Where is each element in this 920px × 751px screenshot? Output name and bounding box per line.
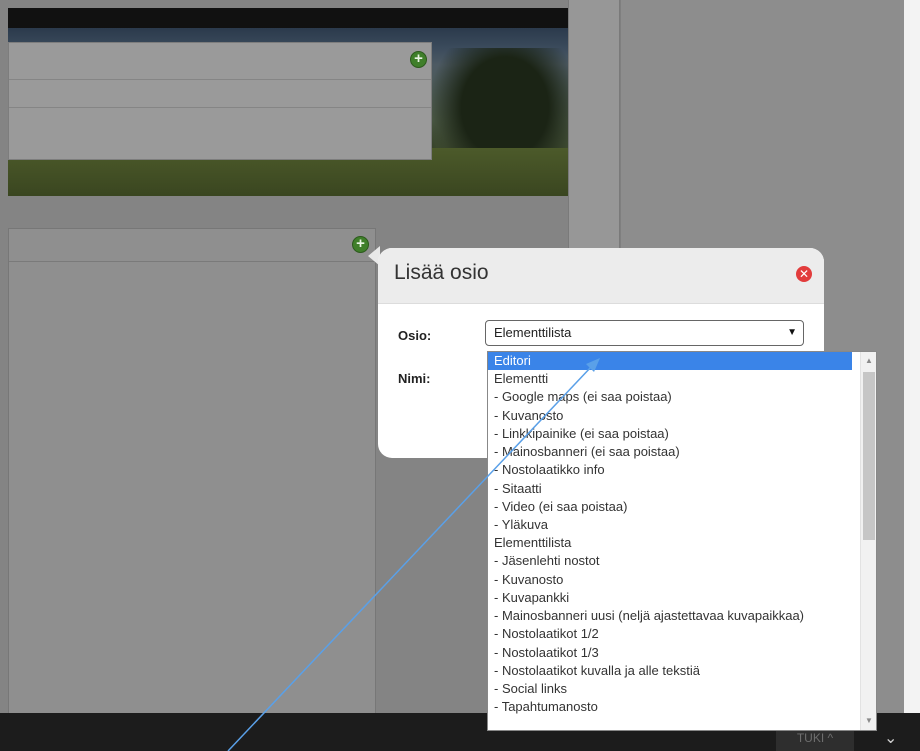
annotation-arrow: [227, 358, 600, 751]
annotation-arrow-line: [227, 365, 593, 751]
